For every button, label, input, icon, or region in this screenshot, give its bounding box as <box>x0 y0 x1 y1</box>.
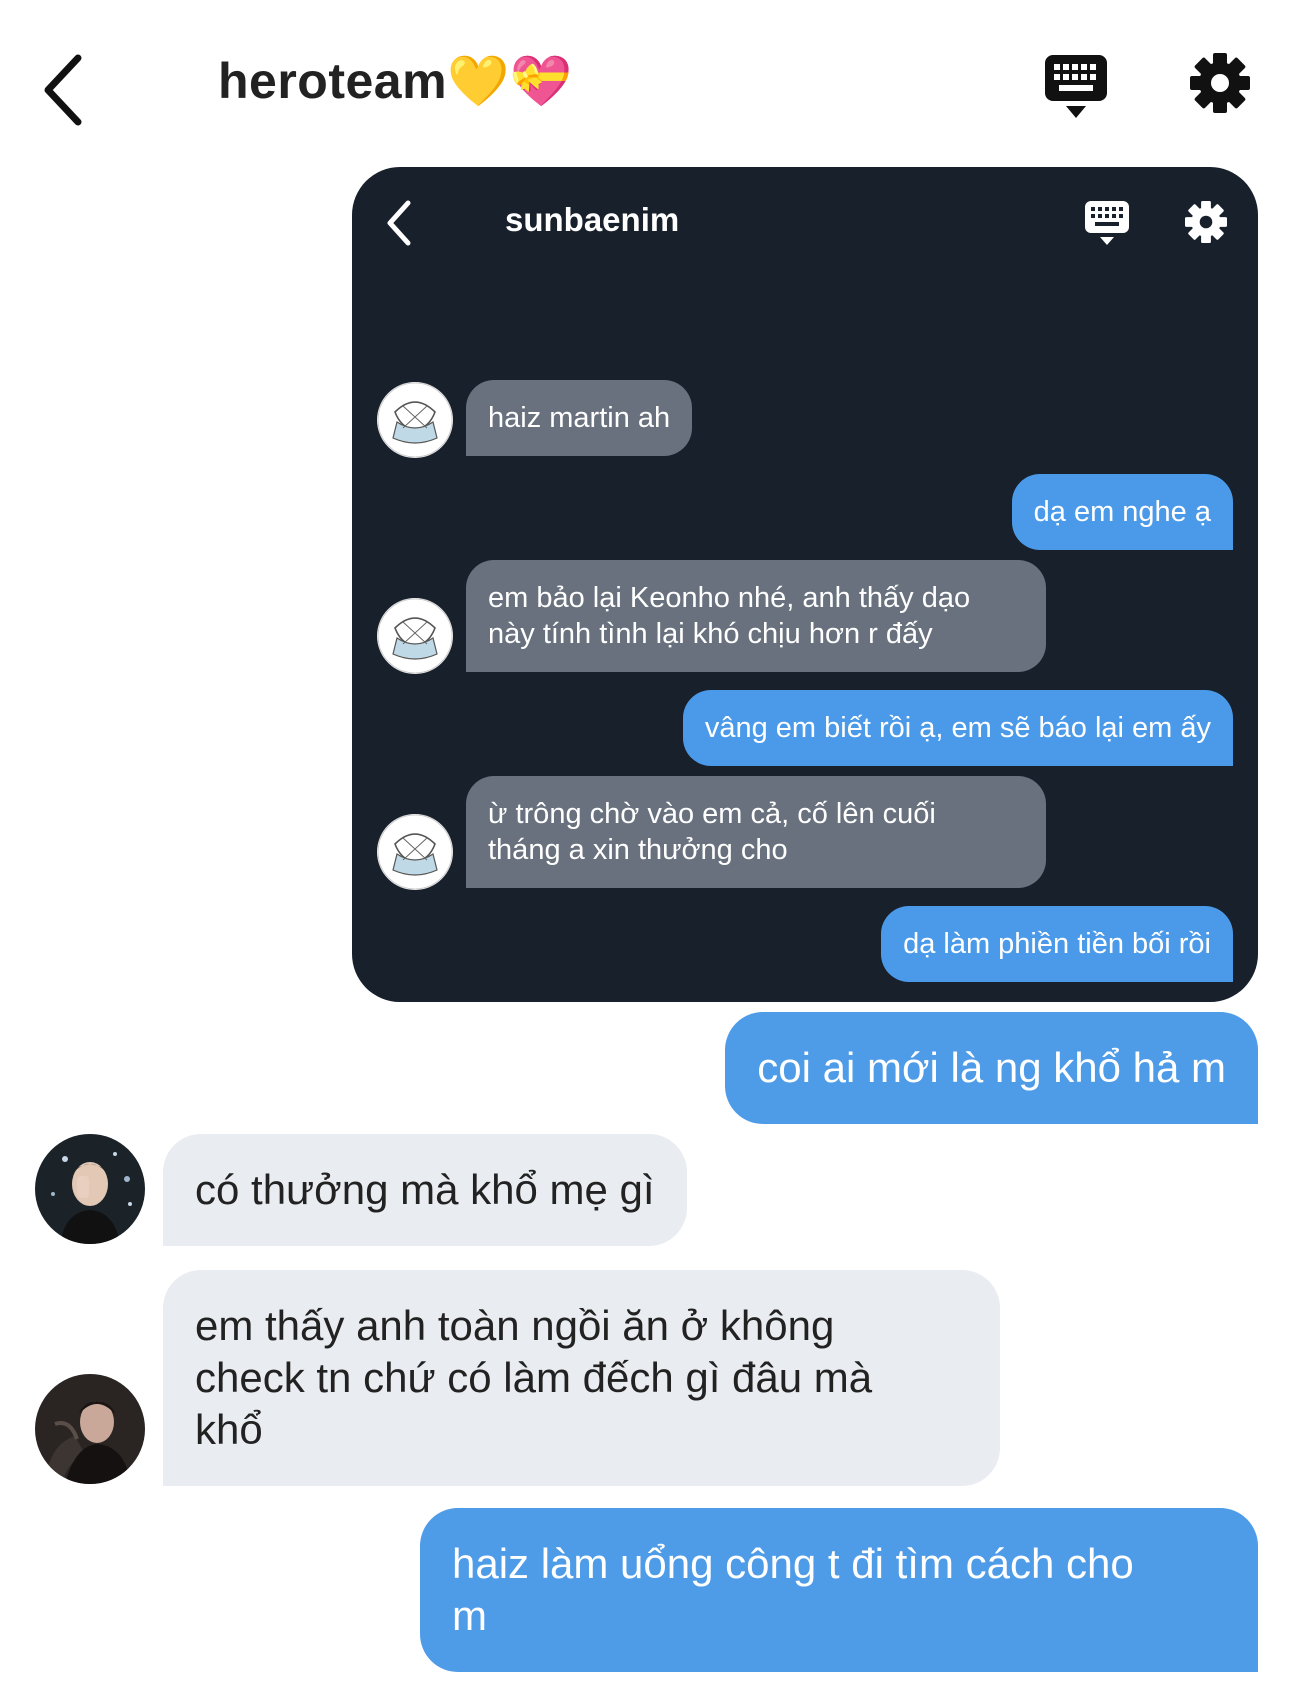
outgoing-message: coi ai mới là ng khổ hả m <box>725 1012 1258 1124</box>
gear-icon <box>1190 53 1250 113</box>
avatar <box>35 1374 145 1484</box>
gear-icon <box>1185 201 1227 243</box>
settings-button[interactable] <box>1190 53 1250 113</box>
embedded-message: ừ trông chờ vào em cả, cố lên cuối tháng… <box>466 776 1046 888</box>
keyboard-icon <box>1045 55 1107 118</box>
embedded-message: em bảo lại Keonho nhé, anh thấy dạo này … <box>466 560 1046 672</box>
incoming-message: em thấy anh toàn ngồi ăn ở không check t… <box>163 1270 1000 1486</box>
back-button[interactable] <box>40 50 90 130</box>
embedded-message: dạ em nghe ạ <box>1011 474 1233 550</box>
embedded-message: haiz martin ah <box>466 380 693 456</box>
outgoing-message: haiz làm uổng công t đi tìm cách cho m <box>420 1508 1258 1672</box>
embedded-message: vâng em biết rồi ạ, em sẽ báo lại em ấy <box>682 690 1233 766</box>
chevron-left-icon <box>44 54 82 126</box>
chevron-left-icon <box>387 200 411 246</box>
avatar <box>377 814 453 890</box>
embedded-message: dạ làm phiền tiền bối rồi <box>881 906 1233 982</box>
keyboard-icon <box>1085 201 1129 245</box>
chat-title-text: heroteam💛💝 <box>218 53 573 109</box>
avatar <box>35 1134 145 1244</box>
avatar <box>377 598 453 674</box>
avatar <box>377 382 453 458</box>
keyboard-button[interactable] <box>1045 55 1107 120</box>
incoming-message: có thưởng mà khổ mẹ gì <box>163 1134 687 1246</box>
embedded-screenshot: sunbaenim haiz martin ah dạ em nghe ạ em… <box>352 167 1258 1002</box>
chat-title: heroteam💛💝 <box>218 52 573 111</box>
embedded-chat-title: sunbaenim <box>505 201 680 238</box>
